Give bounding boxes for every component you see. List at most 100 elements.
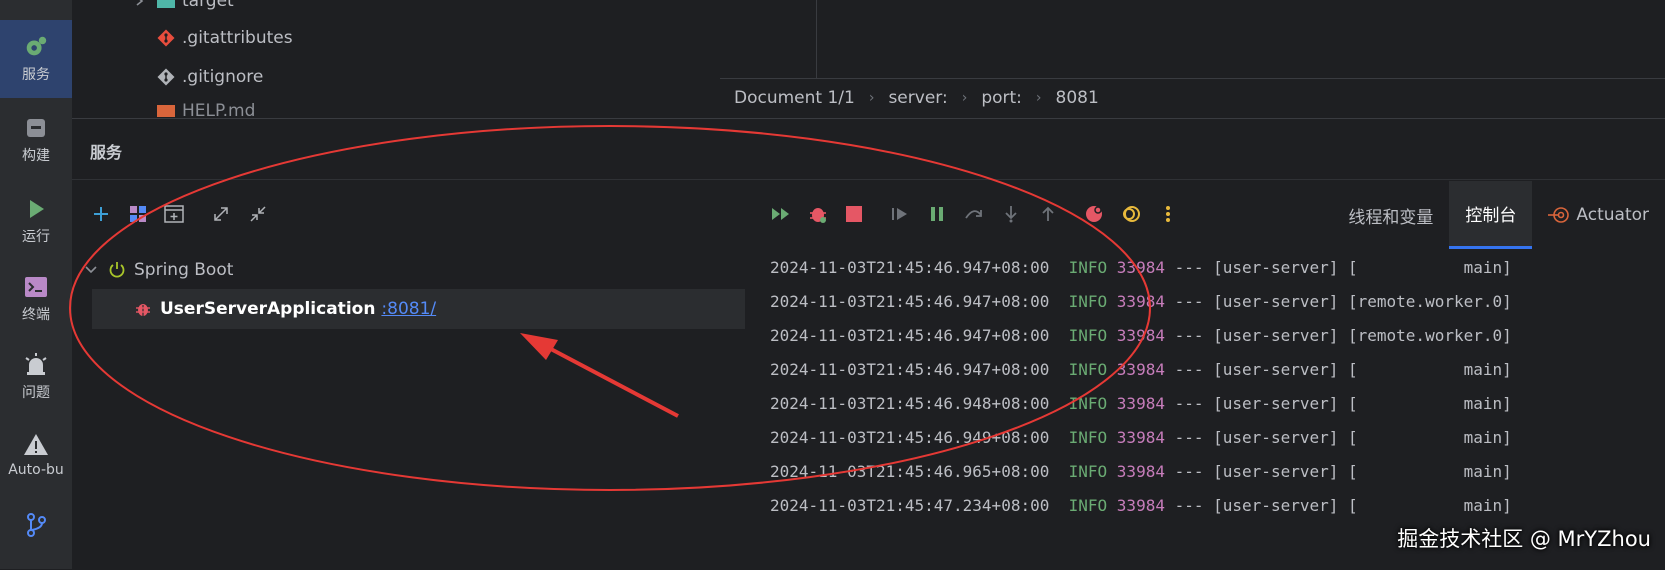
expand-all-button[interactable] <box>210 203 232 225</box>
breadcrumb-server[interactable]: server: <box>888 88 947 108</box>
bug-icon <box>810 208 826 223</box>
services-panel: 服务 Spring Boot UserServerApplication:80… <box>72 118 1665 570</box>
stop-button[interactable] <box>843 203 865 225</box>
strip-item-build[interactable]: 构建 <box>0 115 72 165</box>
tree-item-gitattributes[interactable]: .gitattributes <box>156 23 293 53</box>
step-into-button[interactable] <box>1000 203 1022 225</box>
breadcrumb: Document 1/1 › server: › port: › 8081 <box>720 78 1665 117</box>
collapse-all-button[interactable] <box>247 203 269 225</box>
strip-item-auto-build[interactable]: Auto-bu <box>0 432 72 478</box>
tab-actuator[interactable]: Actuator <box>1532 181 1665 249</box>
group-by-button[interactable] <box>127 203 149 225</box>
git-branch-icon <box>27 513 46 537</box>
log-line: 2024-11-03T21:45:46.947+08:00 INFO 33984… <box>770 360 1512 379</box>
problems-icon <box>25 353 47 375</box>
tree-item-label: .gitignore <box>182 67 264 87</box>
tree-item-label: HELP.md <box>182 101 256 117</box>
step-out-button[interactable] <box>1037 203 1059 225</box>
log-line: 2024-11-03T21:45:46.947+08:00 INFO 33984… <box>770 326 1512 345</box>
warning-icon <box>24 434 48 455</box>
strip-item-terminal[interactable]: 终端 <box>0 274 72 324</box>
git-icon <box>157 68 175 86</box>
tree-node-label: Spring Boot <box>134 260 234 280</box>
tree-item-label: target <box>182 0 234 11</box>
expand-icon <box>214 207 228 221</box>
bug-icon <box>136 304 150 316</box>
tree-item-label: .gitattributes <box>182 28 293 48</box>
strip-item-run[interactable]: 运行 <box>0 196 72 246</box>
more-vertical-icon <box>1166 206 1170 222</box>
strip-item-services[interactable]: 服务 <box>0 20 72 98</box>
log-line: 2024-11-03T21:45:46.949+08:00 INFO 33984… <box>770 428 1512 447</box>
breakpoint-icon <box>1086 206 1102 222</box>
actuator-icon <box>1548 207 1570 223</box>
port-link[interactable]: :8081/ <box>381 299 436 319</box>
grid-icon <box>130 206 146 222</box>
log-line: 2024-11-03T21:45:46.948+08:00 INFO 33984… <box>770 394 1512 413</box>
strip-item-git[interactable] <box>0 512 72 542</box>
left-tool-strip: 服务 构建 运行 终端 问题 Auto-bu <box>0 0 73 569</box>
pause-button[interactable] <box>926 203 948 225</box>
tree-item-gitignore[interactable]: .gitignore <box>156 62 263 92</box>
strip-item-label: 服务 <box>22 67 50 83</box>
log-line: 2024-11-03T21:45:46.965+08:00 INFO 33984… <box>770 462 1512 481</box>
debug-button[interactable] <box>807 203 829 225</box>
build-icon <box>27 119 45 137</box>
step-over-disabled-button[interactable] <box>889 203 911 225</box>
mute-breakpoints-button[interactable] <box>1120 203 1142 225</box>
panel-title: 服务 <box>90 143 123 162</box>
mute-breakpoints-icon <box>1123 206 1140 222</box>
strip-item-label: 问题 <box>22 385 50 401</box>
log-line: 2024-11-03T21:45:46.947+08:00 INFO 33984… <box>770 292 1512 311</box>
more-options-button[interactable] <box>1157 203 1179 225</box>
tab-console[interactable]: 控制台 <box>1449 181 1533 249</box>
folder-icon <box>157 0 175 8</box>
play-step-icon <box>892 208 907 220</box>
strip-item-label: Auto-bu <box>8 462 64 478</box>
editor-divider <box>816 0 817 78</box>
tree-item-target[interactable]: target <box>156 0 234 16</box>
spring-power-icon <box>109 262 125 278</box>
gear-icon <box>26 36 47 56</box>
breadcrumb-value[interactable]: 8081 <box>1056 88 1099 108</box>
tab-label: Actuator <box>1576 205 1649 225</box>
chevron-right-icon: › <box>961 90 968 106</box>
new-tab-button[interactable] <box>163 203 185 225</box>
debug-tabs: 线程和变量 控制台 Actuator <box>1332 181 1665 249</box>
resume-button[interactable] <box>770 203 792 225</box>
terminal-icon <box>25 277 47 297</box>
tree-node-user-server-application[interactable]: UserServerApplication :8081/ <box>92 289 745 329</box>
tree-item-help[interactable]: HELP.md <box>156 101 255 117</box>
app-name: UserServerApplication <box>160 299 376 319</box>
run-icon <box>30 200 44 218</box>
log-line: 2024-11-03T21:45:46.947+08:00 INFO 33984… <box>770 258 1512 277</box>
stop-icon <box>846 206 862 222</box>
pause-icon <box>931 207 943 221</box>
project-tree: target .gitattributes .gitignore HELP.md <box>72 0 817 118</box>
chevron-down-icon[interactable] <box>84 263 98 277</box>
strip-item-problems[interactable]: 问题 <box>0 352 72 402</box>
strip-item-label: 构建 <box>22 148 50 164</box>
markdown-icon <box>157 105 175 117</box>
add-tab-icon <box>164 205 184 223</box>
strip-item-label: 终端 <box>22 307 50 323</box>
breadcrumb-port[interactable]: port: <box>981 88 1022 108</box>
resume-icon <box>772 208 789 220</box>
view-breakpoints-button[interactable] <box>1083 203 1105 225</box>
plus-icon <box>94 207 108 221</box>
panel-divider <box>72 179 1665 180</box>
step-over-button[interactable] <box>963 203 985 225</box>
watermark: 掘金技术社区 @ MrYZhou <box>1397 527 1651 551</box>
chevron-right-icon: › <box>1035 90 1042 106</box>
tab-threads-variables[interactable]: 线程和变量 <box>1332 181 1449 249</box>
add-service-button[interactable] <box>90 203 112 225</box>
strip-item-label: 运行 <box>22 229 50 245</box>
tree-node-spring-boot[interactable]: Spring Boot <box>84 253 233 287</box>
step-out-icon <box>1042 206 1054 221</box>
collapse-icon <box>250 206 266 222</box>
git-icon <box>157 29 175 47</box>
chevron-right-icon: › <box>868 90 875 106</box>
breadcrumb-document[interactable]: Document 1/1 <box>734 88 855 108</box>
chevron-right-icon[interactable] <box>134 0 146 7</box>
step-over-icon <box>965 210 982 219</box>
